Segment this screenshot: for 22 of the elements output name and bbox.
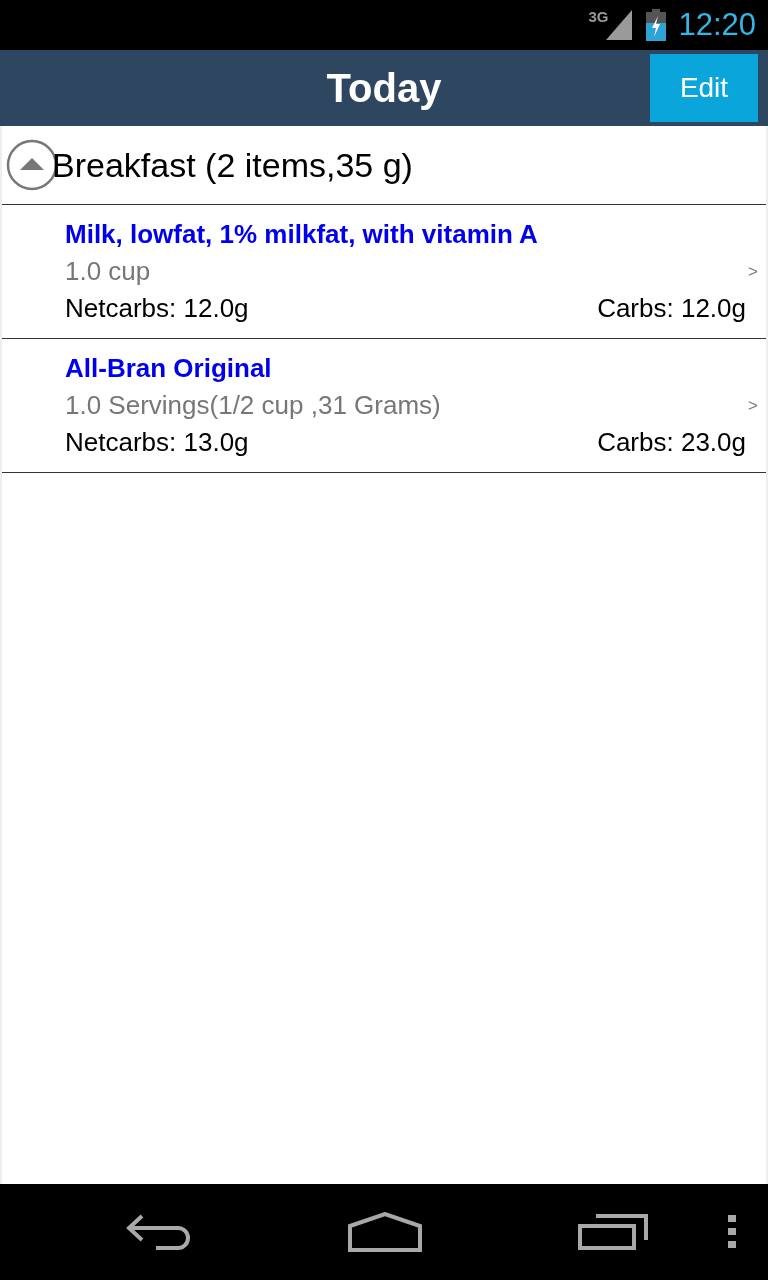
serving-size: 1.0 Servings(1/2 cup ,31 Grams) bbox=[65, 390, 441, 421]
network-label: 3G bbox=[588, 8, 609, 25]
food-row[interactable]: All-Bran Original 1.0 Servings(1/2 cup ,31 Grams) > Netcarbs: 13.0g Carbs: 23.0g bbox=[2, 339, 766, 473]
more-icon[interactable] bbox=[728, 1215, 736, 1249]
food-row[interactable]: Milk, lowfat, 1% milkfat, with vitamin A 1.0 cup > Netcarbs: 12.0g Carbs: 12.0g bbox=[2, 205, 766, 339]
signal-icon bbox=[606, 10, 633, 40]
home-icon[interactable] bbox=[348, 1212, 422, 1252]
recent-apps-icon[interactable] bbox=[578, 1214, 650, 1250]
food-name: All-Bran Original bbox=[65, 353, 272, 383]
carbs-value: Carbs: 23.0g bbox=[597, 427, 746, 458]
carbs-value: Carbs: 12.0g bbox=[597, 293, 746, 324]
battery-icon bbox=[646, 9, 667, 41]
group-title: Breakfast (2 items,35 g) bbox=[52, 145, 413, 185]
page-title: Today bbox=[326, 65, 442, 111]
group-header[interactable]: Breakfast (2 items,35 g) bbox=[2, 126, 766, 205]
netcarbs-value: Netcarbs: 12.0g bbox=[65, 293, 249, 324]
netcarbs-value: Netcarbs: 13.0g bbox=[65, 427, 249, 458]
chevron: > bbox=[748, 395, 758, 416]
serving-size: 1.0 cup bbox=[65, 256, 151, 287]
clock: 12:20 bbox=[678, 7, 756, 43]
food-name: Milk, lowfat, 1% milkfat, with vitamin A bbox=[65, 219, 538, 249]
chevron: > bbox=[748, 261, 758, 282]
